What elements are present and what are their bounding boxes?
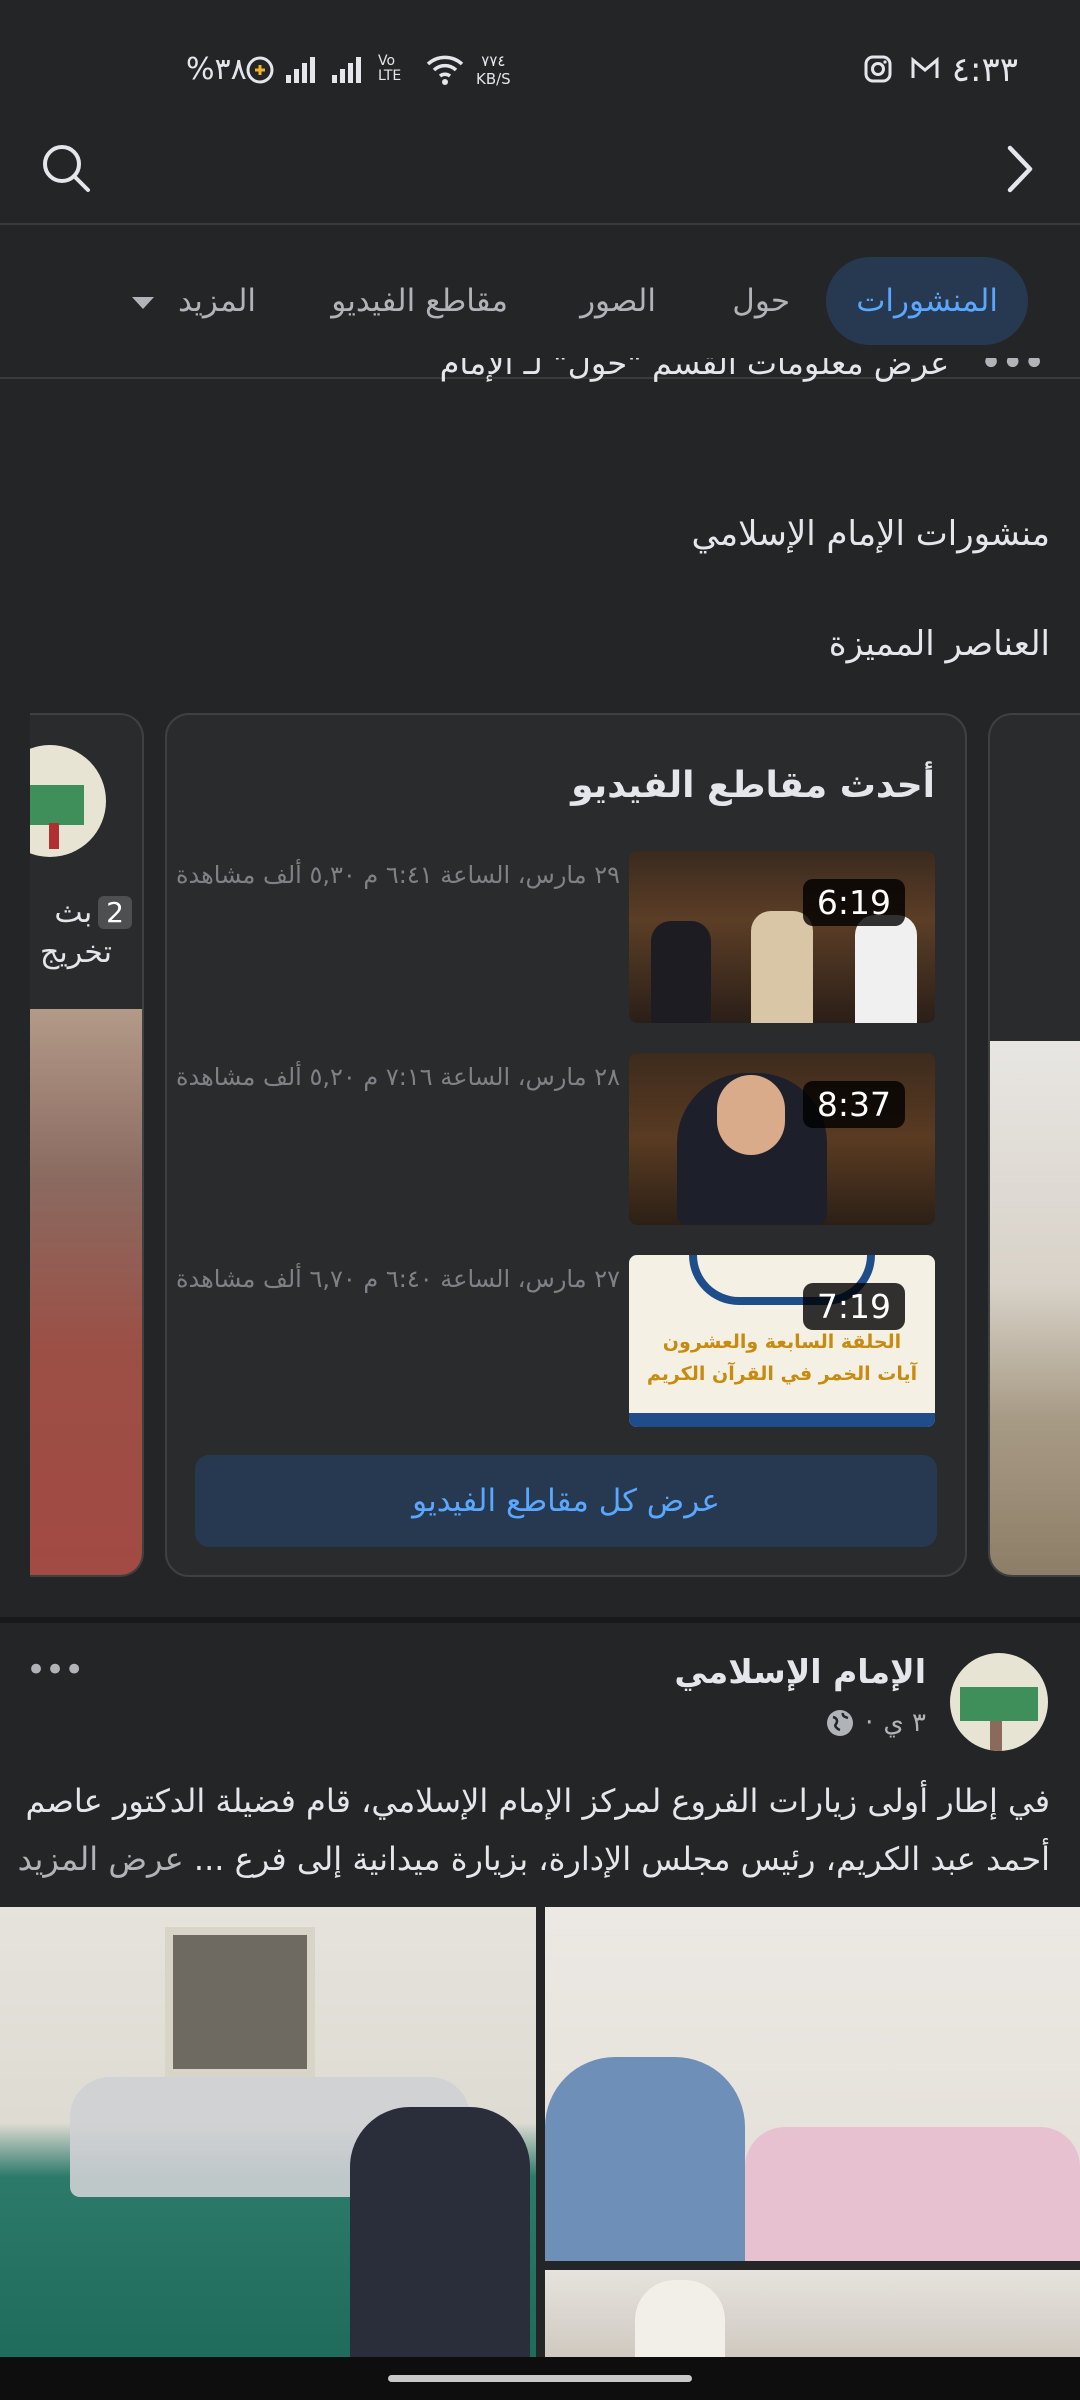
- video-item[interactable]: 6:19 ٢٩ مارس، الساعة ٦:٤١ م ٥,٣٠ ألف مشا…: [167, 851, 965, 1026]
- thumbnail-caption-2: آيات الخمر في القرآن الكريم: [646, 1363, 918, 1385]
- top-bar: [0, 110, 1080, 225]
- search-icon[interactable]: [40, 142, 92, 194]
- net-speed: ٧٧٤ KB/S: [476, 52, 511, 88]
- battery-text: %٣٨: [186, 52, 247, 87]
- thumbnail-caption-1: الحلقة السابعة والعشرون: [662, 1331, 902, 1353]
- battery-saver-icon: [245, 55, 275, 85]
- post-text-line-1: في إطار أولى زيارات الفروع لمركز الإمام …: [25, 1782, 1050, 1820]
- system-nav-bar: [0, 2357, 1080, 2400]
- video-duration: 7:19: [802, 1283, 905, 1330]
- post-text-line-2: أحمد عبد الكريم، رئيس مجلس الإدارة، بزيا…: [193, 1840, 1050, 1878]
- globe-icon: [825, 1708, 855, 1738]
- graduation-label: تخريج: [40, 935, 112, 970]
- post-time: ٣ ي: [883, 1708, 926, 1738]
- see-more-link[interactable]: عرض المزيد: [18, 1840, 184, 1878]
- about-info-text: عرض معلومات القسم "حول" لـ الإمام: [439, 358, 950, 382]
- post-options-icon[interactable]: •••: [26, 1650, 84, 1690]
- featured-card-left[interactable]: 2 بث تخريج: [30, 713, 144, 1577]
- video-duration: 8:37: [802, 1081, 905, 1128]
- video-meta: ٢٧ مارس، الساعة ٦:٤٠ م ٦,٧٠ ألف مشاهدة: [175, 1265, 620, 1293]
- back-arrow-icon[interactable]: [1000, 144, 1040, 194]
- video-thumbnail[interactable]: [30, 1009, 142, 1575]
- post-photo-1[interactable]: [0, 1907, 536, 2357]
- video-thumbnail[interactable]: [990, 1041, 1080, 1575]
- post-photo-2[interactable]: [545, 1907, 1080, 2261]
- post-author[interactable]: الإمام الإسلامي: [674, 1652, 926, 1691]
- tab-photos[interactable]: الصور: [580, 257, 656, 345]
- page-avatar: [30, 745, 106, 857]
- post-photo-3[interactable]: [545, 2270, 1080, 2357]
- live-count-badge: 2: [98, 896, 132, 929]
- clock: ٤:٣٣: [951, 50, 1018, 90]
- more-dots-icon: •••: [979, 358, 1044, 386]
- featured-card-right[interactable]: [988, 713, 1080, 1577]
- featured-heading: العناصر المميزة: [828, 624, 1050, 664]
- gmail-icon: [910, 56, 940, 80]
- live-label: بث: [54, 895, 93, 930]
- video-thumbnail[interactable]: الحلقة السابعة والعشرون آيات الخمر في ال…: [629, 1255, 935, 1427]
- tab-more[interactable]: المزيد: [132, 257, 256, 345]
- home-indicator[interactable]: [388, 2375, 692, 2382]
- tab-bar: المنشورات حول الصور مقاطع الفيديو المزيد: [0, 227, 1080, 379]
- posts-heading: منشورات الإمام الإسلامي: [691, 514, 1050, 554]
- post-time-row: ٣ ي ·: [825, 1708, 926, 1738]
- video-item[interactable]: الحلقة السابعة والعشرون آيات الخمر في ال…: [167, 1255, 965, 1430]
- video-thumbnail[interactable]: 8:37: [629, 1053, 935, 1225]
- video-meta: ٢٩ مارس، الساعة ٦:٤١ م ٥,٣٠ ألف مشاهدة: [175, 861, 620, 889]
- volte-label: Vo LTE: [378, 53, 402, 84]
- post-text-line-2-row: أحمد عبد الكريم، رئيس مجلس الإدارة، بزيا…: [18, 1830, 1050, 1888]
- post-avatar[interactable]: [950, 1653, 1048, 1751]
- signal-icon-1: [284, 55, 320, 85]
- video-item[interactable]: 8:37 ٢٨ مارس، الساعة ٧:١٦ م ٥,٢٠ ألف مشا…: [167, 1053, 965, 1228]
- latest-videos-card: أحدث مقاطع الفيديو 6:19 ٢٩ مارس، الساعة …: [165, 713, 967, 1577]
- signal-icon-2: [330, 55, 366, 85]
- tab-more-label: المزيد: [178, 283, 256, 319]
- section-divider: [0, 1617, 1080, 1623]
- net-speed-value: ٧٧٤: [481, 52, 506, 70]
- tab-about[interactable]: حول: [732, 257, 790, 345]
- tab-videos[interactable]: مقاطع الفيديو: [331, 257, 508, 345]
- see-all-videos-button[interactable]: عرض كل مقاطع الفيديو: [195, 1455, 937, 1547]
- wifi-icon: [425, 52, 465, 86]
- dot-separator: ·: [865, 1708, 874, 1738]
- tab-posts[interactable]: المنشورات: [826, 257, 1028, 345]
- net-speed-unit: KB/S: [476, 70, 511, 88]
- live-badge-row: 2 بث: [54, 895, 132, 930]
- about-info-link[interactable]: ••• عرض معلومات القسم "حول" لـ الإمام: [440, 358, 1044, 408]
- video-thumbnail[interactable]: 6:19: [629, 851, 935, 1023]
- video-duration: 6:19: [802, 879, 905, 926]
- video-meta: ٢٨ مارس، الساعة ٧:١٦ م ٥,٢٠ ألف مشاهدة: [175, 1063, 620, 1091]
- instagram-icon: [864, 55, 892, 83]
- latest-videos-title: أحدث مقاطع الفيديو: [571, 765, 935, 806]
- caret-down-icon: [132, 296, 155, 309]
